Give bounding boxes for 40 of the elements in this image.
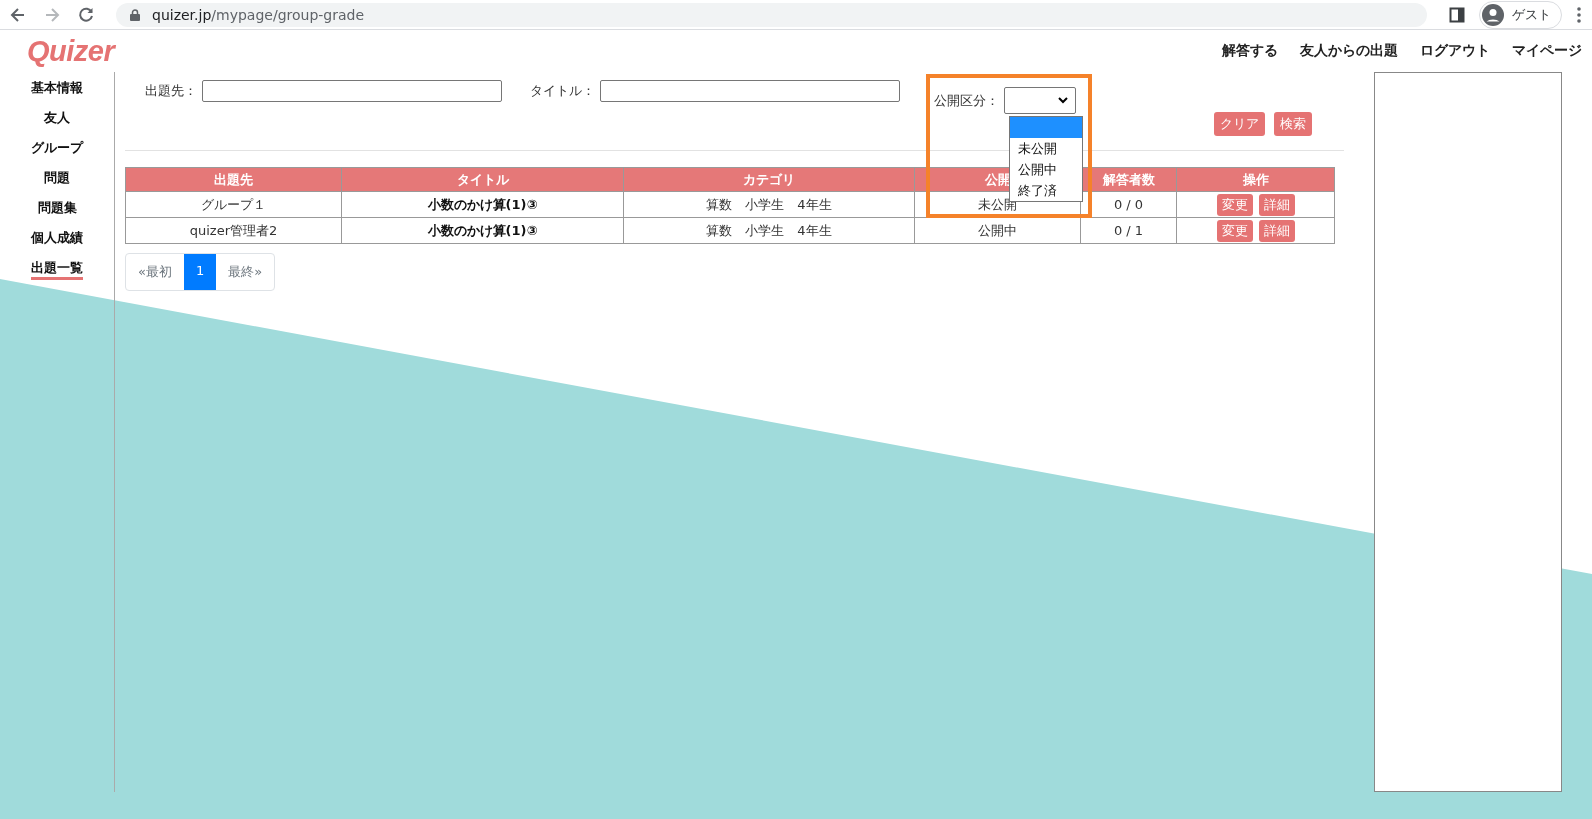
sidebar-item[interactable]: 問題集	[37, 197, 77, 219]
sidebar-item[interactable]: 基本情報	[31, 77, 83, 99]
sidebar-item[interactable]: 出題一覧	[31, 257, 83, 280]
address-bar[interactable]: quizer.jp/mypage/group-grade	[116, 2, 1427, 27]
table-cell: 算数 小学生 4年生	[623, 191, 915, 218]
table-cell: グループ１	[125, 191, 342, 218]
lock-icon[interactable]	[130, 8, 140, 21]
column-header: タイトル	[341, 167, 624, 192]
status-dropdown[interactable]	[1004, 87, 1076, 114]
table-cell: quizer管理者2	[125, 217, 342, 244]
column-header: カテゴリ	[623, 167, 915, 192]
menu-icon[interactable]	[1576, 5, 1582, 24]
nav-link[interactable]: 友人からの出題	[1300, 42, 1398, 60]
table-cell: 0 / 1	[1080, 217, 1177, 244]
avatar-icon[interactable]	[1482, 3, 1504, 26]
text-field[interactable]	[600, 80, 900, 102]
side-panel-icon[interactable]	[1449, 6, 1465, 23]
sidebar-item[interactable]: 友人	[44, 107, 70, 129]
page-link[interactable]: «最初	[126, 254, 184, 290]
column-header: 操作	[1176, 167, 1335, 192]
nav-link[interactable]: 解答する	[1222, 42, 1278, 60]
table-cell: 小数のかけ算(1)③	[341, 217, 624, 244]
sidebar-item[interactable]: グループ	[31, 137, 83, 159]
page-link[interactable]: 1	[183, 254, 217, 290]
field-label: タイトル：	[530, 82, 595, 100]
column-header: 解答者数	[1080, 167, 1177, 192]
page-link[interactable]: 最終»	[216, 254, 275, 290]
nav-link[interactable]: ログアウト	[1420, 42, 1490, 60]
text-field[interactable]	[202, 80, 502, 102]
sidebar-item[interactable]: 個人成績	[31, 227, 83, 249]
chevron-down-icon[interactable]	[1058, 97, 1068, 104]
table-cell: 公開中	[914, 217, 1081, 244]
sidebar-item[interactable]: 問題	[44, 167, 70, 189]
nav-link[interactable]: マイページ	[1512, 42, 1582, 60]
field-label: 出題先：	[145, 82, 197, 100]
table-cell: 小数のかけ算(1)③	[341, 191, 624, 218]
field-label: 公開区分：	[934, 91, 999, 110]
column-header: 出題先	[125, 167, 342, 192]
dropdown-option[interactable]: 未公開	[1010, 138, 1082, 159]
table-cell: 算数 小学生 4年生	[623, 217, 915, 244]
